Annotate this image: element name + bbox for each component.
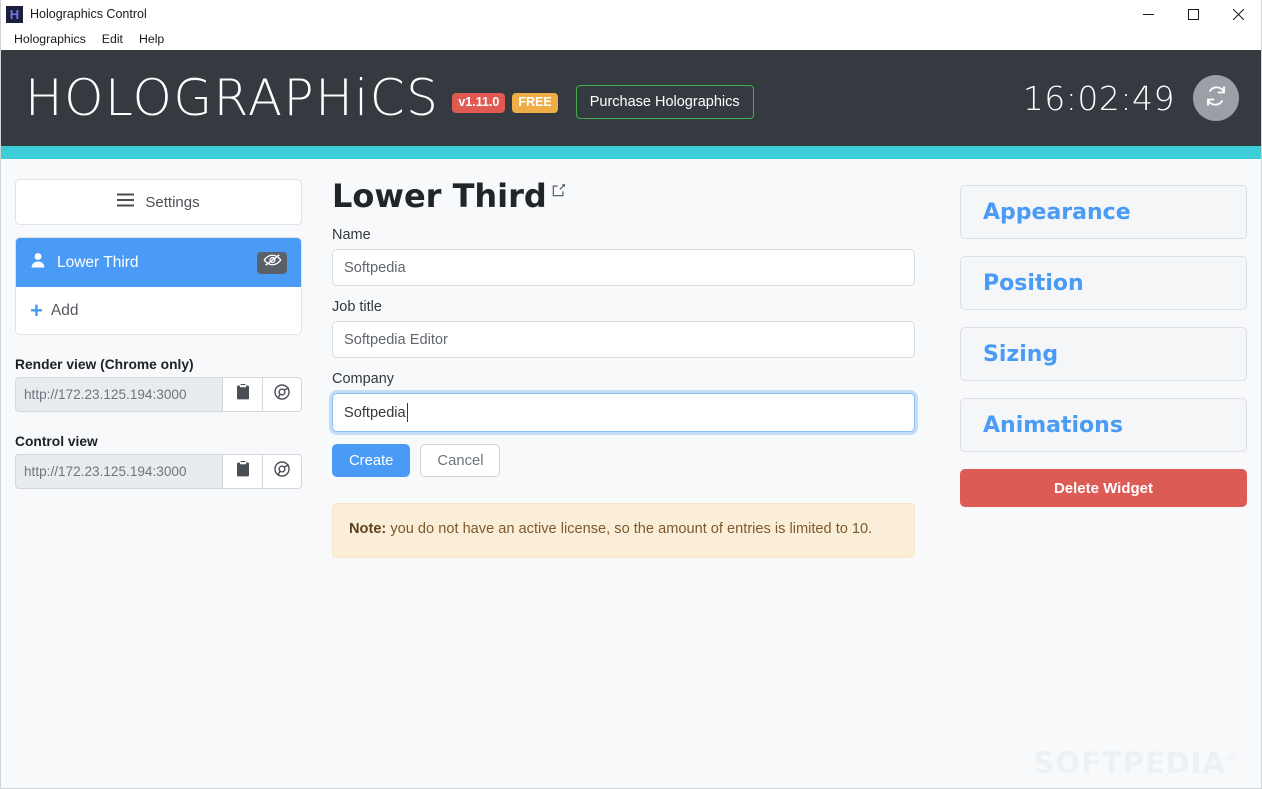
widget-list: Lower Third + Add xyxy=(15,237,302,335)
clipboard-icon xyxy=(236,384,250,405)
maximize-icon[interactable] xyxy=(1171,0,1216,28)
title-bar: H Holographics Control xyxy=(1,0,1261,28)
page-title-row: Lower Third xyxy=(332,177,938,215)
chrome-icon xyxy=(274,384,290,405)
render-view-url-input[interactable]: http://172.23.125.194:3000 xyxy=(15,377,222,412)
note-text: you do not have an active license, so th… xyxy=(386,521,873,538)
create-button[interactable]: Create xyxy=(332,444,411,478)
minimize-icon[interactable] xyxy=(1126,0,1171,28)
purchase-button[interactable]: Purchase Holographics xyxy=(575,84,754,120)
chrome-icon xyxy=(274,461,290,482)
note-prefix: Note: xyxy=(349,521,387,538)
license-note: Note: you do not have an active license,… xyxy=(332,503,915,558)
add-label: Add xyxy=(50,301,79,319)
appearance-button[interactable]: Appearance xyxy=(960,185,1247,239)
render-view-label: Render view (Chrome only) xyxy=(15,357,194,372)
refresh-button[interactable] xyxy=(1193,75,1239,121)
delete-widget-button[interactable]: Delete Widget xyxy=(960,469,1247,507)
text-caret xyxy=(406,403,408,423)
control-view-label: Control view xyxy=(15,434,98,449)
main-content: Lower Third Name Softpedia Job title Sof… xyxy=(302,177,960,788)
control-view-url-input[interactable]: http://172.23.125.194:3000 xyxy=(15,454,222,489)
visibility-toggle-button[interactable] xyxy=(257,251,287,274)
render-view-open-button[interactable] xyxy=(262,377,302,412)
window-controls xyxy=(1126,0,1261,28)
window-title: Holographics Control xyxy=(30,7,147,21)
animations-button[interactable]: Animations xyxy=(960,398,1247,452)
job-title-input[interactable]: Softpedia Editor xyxy=(332,321,915,359)
company-input-value: Softpedia xyxy=(344,404,406,421)
company-input[interactable]: Softpedia xyxy=(332,393,915,433)
render-view-row: http://172.23.125.194:3000 xyxy=(15,377,302,412)
menu-item-edit[interactable]: Edit xyxy=(95,30,130,48)
menu-item-holographics[interactable]: Holographics xyxy=(7,30,93,48)
settings-label: Settings xyxy=(145,193,200,211)
edit-icon[interactable] xyxy=(552,183,566,202)
render-view-copy-button[interactable] xyxy=(222,377,262,412)
cancel-button[interactable]: Cancel xyxy=(420,444,501,478)
app-logo: HOLOGRAPHiCS xyxy=(25,69,440,127)
version-badge: v1.11.0 xyxy=(452,93,506,113)
app-body: Settings Lower Third + Add Render view (… xyxy=(1,159,1261,788)
add-widget-button[interactable]: + Add xyxy=(16,287,301,334)
position-button[interactable]: Position xyxy=(960,256,1247,310)
sizing-button[interactable]: Sizing xyxy=(960,327,1247,381)
eye-slash-icon xyxy=(263,253,282,272)
page-title: Lower Third xyxy=(332,177,547,215)
app-icon: H xyxy=(6,5,23,23)
accent-bar xyxy=(1,146,1261,159)
app-window: H Holographics Control Holographics Edit… xyxy=(0,0,1262,789)
hamburger-icon xyxy=(117,193,135,211)
header-right: 16:02:49 xyxy=(1023,75,1239,121)
header-badges: v1.11.0 FREE xyxy=(452,93,558,113)
name-label: Name xyxy=(332,227,371,244)
watermark-text: SOFTPEDIA xyxy=(1033,746,1226,780)
license-badge: FREE xyxy=(512,93,558,113)
app-header: HOLOGRAPHiCS v1.11.0 FREE Purchase Holog… xyxy=(1,50,1261,146)
control-view-copy-button[interactable] xyxy=(222,454,262,489)
watermark: SOFTPEDIA® xyxy=(1033,746,1239,780)
clock: 16:02:49 xyxy=(1022,78,1175,118)
form-actions: Create Cancel xyxy=(332,444,938,478)
company-label: Company xyxy=(332,371,395,388)
sidebar: Settings Lower Third + Add Render view (… xyxy=(15,179,302,788)
refresh-icon xyxy=(1204,84,1228,113)
clipboard-icon xyxy=(236,461,250,482)
control-view-open-button[interactable] xyxy=(262,454,302,489)
menu-item-help[interactable]: Help xyxy=(132,30,171,48)
close-icon[interactable] xyxy=(1216,0,1261,28)
name-input[interactable]: Softpedia xyxy=(332,249,915,287)
plus-icon: + xyxy=(30,297,43,323)
right-panel: Appearance Position Sizing Animations De… xyxy=(960,179,1247,788)
settings-button[interactable]: Settings xyxy=(15,179,302,225)
watermark-mark: ® xyxy=(1226,751,1239,766)
sidebar-item-label: Lower Third xyxy=(57,253,139,271)
user-icon xyxy=(30,252,46,273)
control-view-row: http://172.23.125.194:3000 xyxy=(15,454,302,489)
menu-bar: Holographics Edit Help xyxy=(1,28,1261,50)
sidebar-item-lower-third[interactable]: Lower Third xyxy=(16,238,301,287)
job-title-label: Job title xyxy=(332,299,382,316)
